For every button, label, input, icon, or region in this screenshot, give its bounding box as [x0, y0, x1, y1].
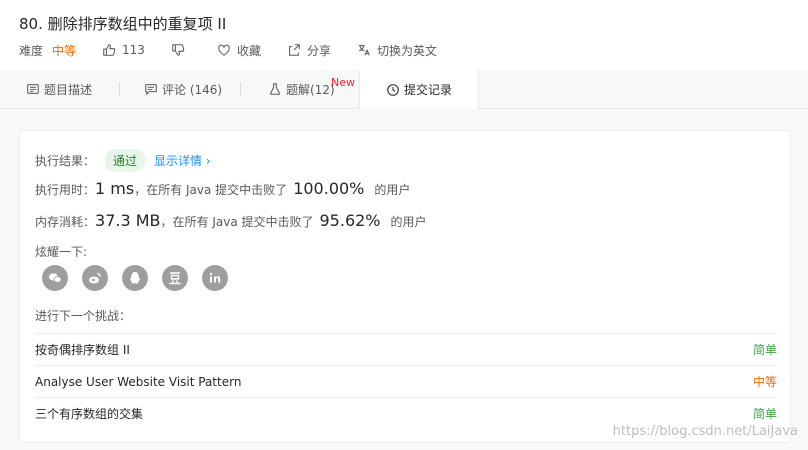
challenge-title[interactable]: 按奇偶排序数组 II — [35, 341, 130, 358]
next-challenge-label: 进行下一个挑战： — [35, 309, 132, 323]
runtime-value: 1 ms — [95, 179, 135, 198]
thumbs-down-icon — [171, 43, 185, 57]
share-wechat-button[interactable] — [42, 265, 68, 291]
flask-icon — [270, 83, 280, 95]
share-douban-button[interactable] — [162, 265, 188, 291]
runtime-label: 执行用时： — [35, 183, 96, 197]
tab-bar: 题目描述 评论 (146) 题解(12) 提交记录 — [0, 70, 808, 109]
share-icons — [42, 265, 242, 291]
problem-title: 80. 删除排序数组中的重复项 II — [19, 15, 227, 33]
weibo-icon — [89, 272, 101, 284]
runtime-middle: ，在所有 Java 提交中击败了 — [134, 183, 288, 197]
memory-row: 内存消耗： 37.3 MB ，在所有 Java 提交中击败了 95.62% 的用… — [35, 211, 427, 230]
heart-icon — [217, 43, 231, 57]
watermark: https://blog.csdn.net/LaiJava — [612, 424, 798, 439]
runtime-row: 执行用时： 1 ms ，在所有 Java 提交中击败了 100.00% 的用户 — [35, 179, 410, 198]
challenge-difficulty: 简单 — [752, 407, 777, 421]
challenge-title[interactable]: 三个有序数组的交集 — [35, 405, 143, 422]
difficulty: 难度 中等 — [19, 42, 76, 59]
challenge-difficulty: 简单 — [752, 343, 777, 357]
tab-comments-label: 评论 (146) — [162, 82, 223, 97]
comment-icon — [145, 84, 157, 95]
share-weibo-button[interactable] — [82, 265, 108, 291]
switch-language-button[interactable]: 切换为英文 — [357, 42, 437, 59]
dislike-button[interactable] — [171, 43, 191, 57]
submission-panel: 执行结果： 通过 显示详情 › 执行用时： 1 ms ，在所有 Java 提交中… — [19, 130, 791, 443]
result-label: 执行结果： — [35, 154, 96, 168]
problem-meta: 难度 中等 113 收藏 分享 切换为英文 — [19, 41, 463, 59]
tab-divider — [119, 82, 120, 96]
list-item[interactable]: 按奇偶排序数组 II 简单 — [35, 333, 777, 365]
runtime-suffix: 的用户 — [374, 183, 411, 197]
like-button[interactable]: 113 — [102, 43, 145, 57]
list-item[interactable]: Analyse User Website Visit Pattern 中等 — [35, 365, 777, 397]
tab-submissions[interactable]: 提交记录 — [359, 70, 479, 109]
difficulty-label: 难度 — [19, 43, 44, 58]
runtime-percent: 100.00% — [293, 179, 365, 198]
linkedin-icon — [209, 272, 221, 283]
tab-solutions-label: 题解(12) — [286, 82, 335, 97]
share-section-label: 炫耀一下: — [35, 245, 88, 259]
result-row: 执行结果： 通过 显示详情 › — [35, 149, 211, 172]
share-linkedin-button[interactable] — [202, 265, 228, 291]
memory-value: 37.3 MB — [95, 211, 161, 230]
memory-suffix: 的用户 — [390, 215, 427, 229]
tab-solutions[interactable]: 题解(12) — [268, 70, 335, 108]
thumbs-up-icon — [102, 43, 116, 57]
clock-icon — [387, 83, 399, 96]
switch-language-label: 切换为英文 — [376, 43, 437, 58]
problem-header: 80. 删除排序数组中的重复项 II 难度 中等 113 收藏 分享 切换为英文 — [0, 0, 808, 70]
tab-description-label: 题目描述 — [44, 82, 93, 97]
status-badge: 通过 — [105, 149, 146, 172]
show-details-link[interactable]: 显示详情 › — [154, 152, 211, 169]
new-badge: New — [331, 76, 355, 89]
difficulty-value: 中等 — [52, 43, 77, 58]
like-count: 113 — [122, 43, 145, 57]
tab-submissions-label: 提交记录 — [403, 83, 452, 97]
share-button[interactable]: 分享 — [287, 42, 331, 59]
tab-description[interactable]: 题目描述 — [26, 70, 92, 108]
douban-icon — [169, 272, 181, 285]
memory-percent: 95.62% — [319, 211, 381, 230]
favorite-label: 收藏 — [236, 43, 261, 58]
document-icon — [27, 84, 39, 94]
wechat-icon — [49, 273, 62, 283]
translate-icon — [357, 43, 371, 57]
challenge-difficulty: 中等 — [752, 375, 777, 389]
tab-divider — [240, 82, 241, 96]
qq-icon — [130, 272, 140, 284]
challenge-title[interactable]: Analyse User Website Visit Pattern — [35, 375, 241, 389]
favorite-button[interactable]: 收藏 — [217, 42, 261, 59]
share-qq-button[interactable] — [122, 265, 148, 291]
next-challenge-list: 按奇偶排序数组 II 简单 Analyse User Website Visit… — [35, 333, 777, 429]
share-icon — [287, 43, 301, 57]
tab-comments[interactable]: 评论 (146) — [144, 70, 222, 108]
share-label-row: 炫耀一下: — [35, 243, 87, 260]
memory-middle: ，在所有 Java 提交中击败了 — [160, 215, 314, 229]
memory-label: 内存消耗： — [35, 215, 96, 229]
share-label: 分享 — [306, 43, 331, 58]
